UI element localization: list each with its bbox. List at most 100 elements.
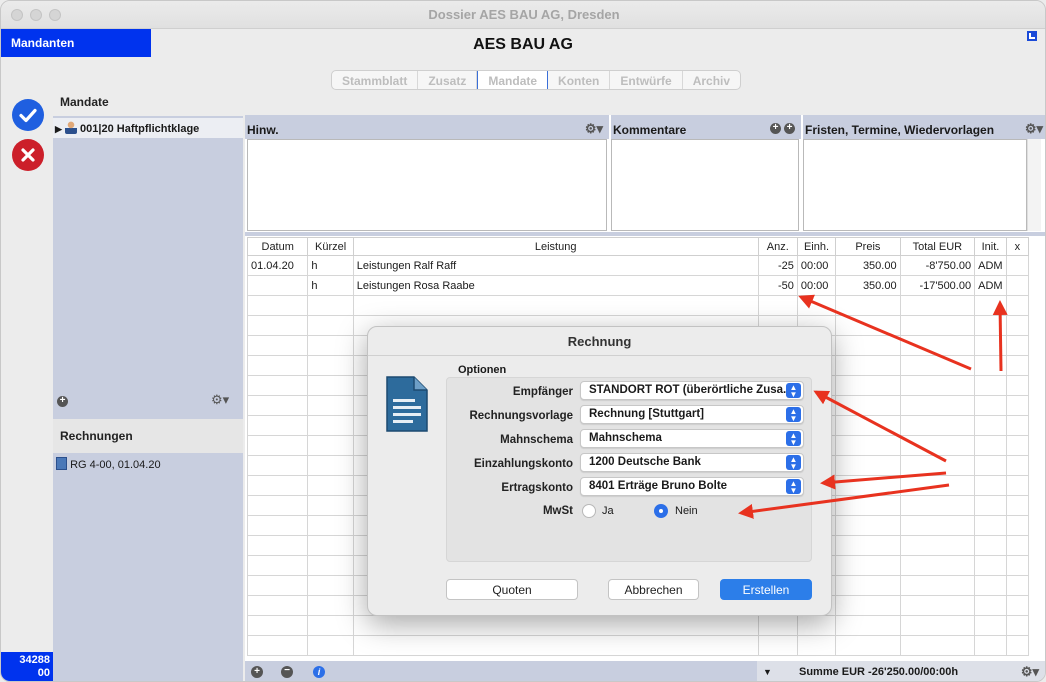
tab-zusatz[interactable]: Zusatz [418,71,478,89]
cell-preis[interactable] [835,335,901,356]
cell-total[interactable] [899,595,976,616]
cell-total[interactable] [899,375,976,396]
cell-anz[interactable] [757,295,798,316]
cell-init[interactable] [974,335,1007,356]
cell-leistung[interactable] [352,615,759,636]
table-row[interactable]: h Leistungen Rosa Raabe -50 00:00 350.00 -17'… [246,275,1030,296]
cell-datum[interactable] [246,615,309,636]
cell-init[interactable] [974,295,1007,316]
add-row-button[interactable]: + [251,666,263,678]
tab-mandate[interactable]: Mandate [477,71,549,89]
col-x[interactable]: x [1005,237,1030,256]
tab-konten[interactable]: Konten [548,71,611,89]
cell-preis[interactable] [835,535,901,556]
cell-total[interactable] [899,355,976,376]
cell-total[interactable] [899,435,976,456]
cell-init[interactable] [974,395,1007,416]
cell-preis[interactable] [835,475,901,496]
cell-datum[interactable] [246,375,309,396]
quoten-button[interactable]: Quoten [446,579,578,600]
cell-init[interactable] [974,595,1007,616]
cell-kuerzel[interactable] [307,375,354,396]
cell-preis[interactable] [835,415,901,436]
table-row[interactable] [246,615,1030,636]
cell-total[interactable] [899,315,976,336]
cell-preis[interactable] [835,595,901,616]
col-leistung[interactable]: Leistung [352,237,759,256]
cell-x[interactable] [1005,475,1030,496]
cell-anz[interactable]: -50 [757,275,798,296]
col-total[interactable]: Total EUR [899,237,976,256]
cell-anz[interactable] [757,635,798,656]
window-toggle-icon[interactable] [1027,31,1037,41]
cell-total[interactable] [899,555,976,576]
cell-total[interactable] [899,575,976,596]
fristen-gear-icon[interactable]: ⚙▾ [1025,121,1043,137]
cell-x[interactable] [1005,555,1030,576]
hinw-gear-icon[interactable]: ⚙▾ [585,121,603,137]
cell-x[interactable] [1005,315,1030,336]
cell-total[interactable] [899,515,976,536]
table-row[interactable] [246,295,1030,316]
cell-x[interactable] [1005,595,1030,616]
cell-datum[interactable] [246,355,309,376]
cell-x[interactable] [1005,295,1030,316]
cell-x[interactable] [1005,615,1030,636]
cell-total[interactable] [899,335,976,356]
cell-total[interactable]: -17'500.00 [899,275,976,296]
cell-anz[interactable] [757,615,798,636]
cell-init[interactable] [974,615,1007,636]
cell-preis[interactable] [835,635,901,656]
cell-kuerzel[interactable] [307,615,354,636]
cell-total[interactable] [899,475,976,496]
mwst-nein-label[interactable]: Nein [675,505,698,517]
cell-init[interactable]: ADM [974,275,1007,296]
cell-kuerzel[interactable] [307,575,354,596]
cell-init[interactable] [974,535,1007,556]
cell-kuerzel[interactable] [307,515,354,536]
cell-init[interactable]: ADM [974,255,1007,276]
cell-preis[interactable] [835,495,901,516]
cell-kuerzel[interactable] [307,595,354,616]
cell-datum[interactable] [246,595,309,616]
empfaenger-select[interactable]: STANDORT ROT (überörtliche Zusa... ▲ ▼ [580,381,804,400]
einzahlungskonto-select[interactable]: 1200 Deutsche Bank ▲ ▼ [580,453,804,472]
table-row[interactable] [246,635,1030,656]
col-anz[interactable]: Anz. [757,237,798,256]
cell-preis[interactable] [835,435,901,456]
footer-gear-icon[interactable]: ⚙▾ [1021,664,1039,680]
col-init[interactable]: Init. [974,237,1007,256]
add-comment-button[interactable]: + [784,123,795,134]
cell-kuerzel[interactable] [307,455,354,476]
cell-total[interactable] [899,415,976,436]
cell-datum[interactable] [246,555,309,576]
cell-x[interactable] [1005,415,1030,436]
erstellen-button[interactable]: Erstellen [720,579,812,600]
cell-x[interactable] [1005,435,1030,456]
cell-einh[interactable] [796,635,837,656]
cell-preis[interactable] [835,455,901,476]
tab-archiv[interactable]: Archiv [683,71,740,89]
cell-x[interactable] [1005,575,1030,596]
cell-leistung[interactable] [352,295,759,316]
add-mandate-button[interactable]: + [57,396,68,407]
cell-total[interactable]: -8'750.00 [899,255,976,276]
cell-datum[interactable] [246,415,309,436]
cell-leistung[interactable] [352,635,759,656]
cell-anz[interactable]: -25 [757,255,798,276]
cell-preis[interactable] [835,375,901,396]
cell-kuerzel[interactable] [307,495,354,516]
cell-total[interactable] [899,395,976,416]
mwst-nein-radio[interactable] [654,504,668,518]
cell-init[interactable] [974,315,1007,336]
sort-down-icon[interactable]: ▼ [763,667,772,677]
cell-datum[interactable] [246,635,309,656]
cell-preis[interactable] [835,395,901,416]
cell-preis[interactable] [835,615,901,636]
cell-kuerzel[interactable] [307,335,354,356]
cell-leistung[interactable]: Leistungen Rosa Raabe [352,275,759,296]
cell-kuerzel[interactable] [307,635,354,656]
cell-x[interactable] [1005,335,1030,356]
mandate-gear-icon[interactable]: ⚙▾ [211,392,229,408]
cell-init[interactable] [974,455,1007,476]
